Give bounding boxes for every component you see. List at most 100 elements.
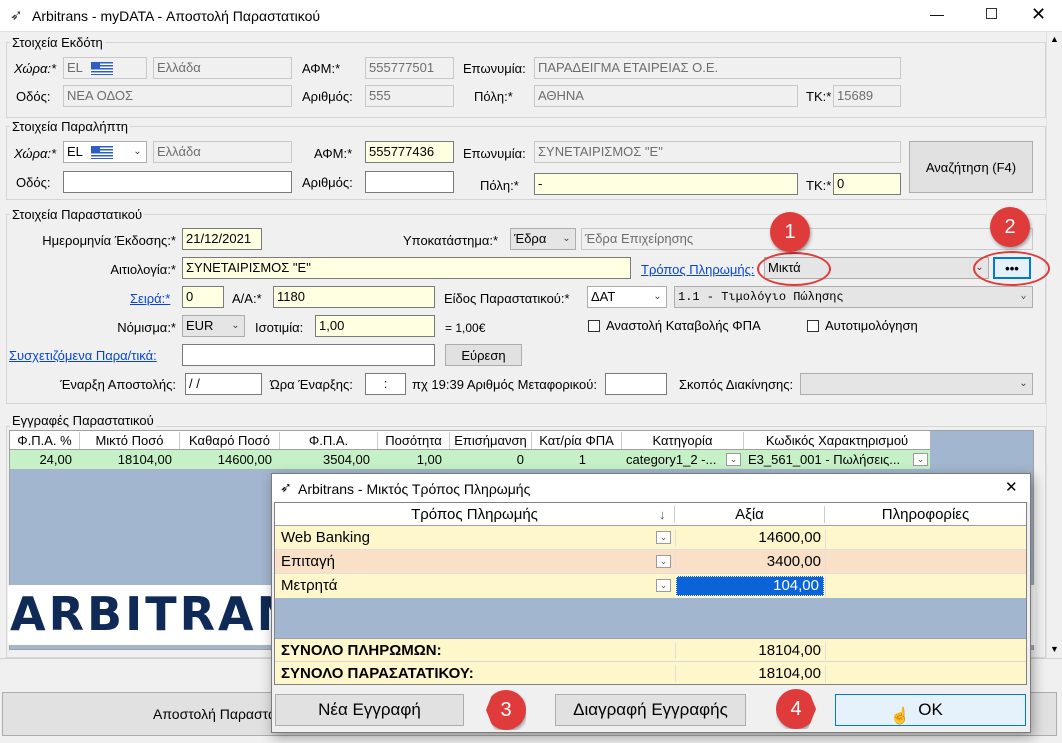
related-docs-field[interactable]	[182, 344, 435, 366]
dispatch-date-field[interactable]: / /	[185, 373, 262, 395]
aa-label: Α/Α:*	[232, 291, 262, 306]
scroll-down-icon[interactable]: ▼	[1050, 644, 1059, 654]
payment-info-cell[interactable]	[825, 529, 1026, 549]
col-net: Καθαρό Ποσό	[180, 432, 280, 449]
recipient-city-label: Πόλη:*	[480, 178, 519, 193]
payment-method-dropdown-icon[interactable]: ⌄	[656, 555, 671, 568]
title-bar: ➶ Arbitrans - myDATA - Αποστολή Παραστατ…	[0, 0, 1062, 32]
col-classification: Κωδικός Χαρακτηρισμού	[765, 433, 909, 448]
recipient-country-select[interactable]: EL ⌄	[63, 141, 147, 163]
reason-field[interactable]: ΣΥΝΕΤΑΙΡΙΣΜΟΣ "Ε"	[182, 257, 631, 279]
parity-label: Ισοτιμία:	[255, 320, 304, 335]
currency-select[interactable]: EUR ⌄	[182, 315, 245, 337]
payment-amount-cell-selected[interactable]: 104,00	[676, 576, 824, 596]
scroll-up-icon[interactable]: ▲	[1050, 34, 1059, 44]
branch-select[interactable]: Έδρα ⌄	[510, 228, 576, 250]
issuer-street-label: Οδός:	[16, 89, 51, 104]
total-document-value: 18104,00	[675, 665, 825, 682]
payments-grid[interactable]: Τρόπος Πληρωμής ↓ Αξία Πληροφορίες Web B…	[274, 502, 1027, 685]
payment-method-dropdown-icon[interactable]: ⌄	[656, 579, 671, 592]
row-category-dropdown-icon[interactable]: ⌄	[726, 453, 741, 466]
chevron-down-icon: ⌄	[1019, 378, 1028, 389]
table-row[interactable]: 24,00 18104,00 14600,00 3504,00 1,00 0 1…	[10, 450, 930, 469]
row-remark: 0	[516, 452, 524, 467]
row-classification-dropdown-icon[interactable]: ⌄	[913, 453, 928, 466]
recipient-street-field[interactable]	[63, 171, 292, 193]
arbitrans-logo: ARBITRANS	[8, 585, 278, 645]
issuer-city-field: ΑΘΗΝΑ	[534, 85, 798, 107]
start-time-field[interactable]: :	[365, 373, 406, 395]
vertical-scrollbar[interactable]: ▲ ▼	[1046, 32, 1062, 658]
payment-amount-cell[interactable]: 3400,00	[675, 553, 825, 570]
doc-type-select[interactable]: ΔΑΤ ⌄	[587, 286, 667, 308]
self-billing-label: Αυτοτιμολόγηση	[825, 318, 918, 333]
recipient-number-field[interactable]	[365, 171, 454, 193]
find-button[interactable]: Εύρεση	[445, 344, 522, 366]
related-docs-link[interactable]: Συσχετιζόμενα Παρα/τικά:	[9, 348, 157, 364]
chevron-down-icon: ⌄	[133, 146, 142, 157]
payment-method-cell[interactable]: Μετρητά	[277, 577, 647, 594]
greek-flag-icon	[90, 146, 113, 160]
parity-field[interactable]: 1,00	[315, 315, 435, 337]
doc-type-label: Είδος Παραστατικού:*	[444, 291, 570, 306]
aa-field[interactable]: 1180	[273, 286, 435, 308]
row-vat: 3504,00	[323, 452, 370, 467]
search-button[interactable]: Αναζήτηση (F4)	[909, 141, 1033, 193]
purpose-label: Σκοπός Διακίνησης:	[679, 377, 794, 392]
doc-type-desc-select[interactable]: 1.1 - Τιμολόγιο Πώλησης ⌄	[674, 286, 1033, 308]
payment-method-dropdown-icon[interactable]: ⌄	[656, 531, 671, 544]
issuer-city-label: Πόλη:*	[474, 89, 513, 104]
row-classification[interactable]: E3_561_001 - Πωλήσεις...	[744, 451, 912, 468]
window-title: Arbitrans - myDATA - Αποστολή Παραστατικ…	[32, 8, 321, 24]
purpose-select[interactable]: ⌄	[800, 373, 1033, 395]
row-category[interactable]: category1_2 -...	[622, 451, 726, 468]
close-icon[interactable]: ✕	[1031, 4, 1046, 25]
recipient-section-title: Στοιχεία Παραλήπτη	[10, 119, 130, 134]
payment-info-cell[interactable]	[825, 577, 1026, 597]
entries-header: Φ.Π.Α. % Μικτό Ποσό Καθαρό Ποσό Φ.Π.Α. Π…	[10, 431, 930, 450]
col-amount: Αξία	[675, 506, 825, 523]
start-time-label: Ώρα Έναρξης:	[270, 377, 353, 392]
series-link[interactable]: Σειρά:*	[130, 291, 170, 307]
maximize-icon[interactable]	[986, 8, 997, 19]
payment-amount-cell[interactable]: 14600,00	[675, 529, 825, 546]
col-vat-percent: Φ.Π.Α. %	[10, 432, 80, 449]
delete-entry-button[interactable]: Διαγραφή Εγγραφής	[555, 694, 746, 726]
table-row[interactable]: Web Banking ⌄ 14600,00	[275, 526, 1026, 550]
payment-method-cell[interactable]: Επιταγή	[277, 553, 647, 570]
table-row[interactable]: Επιταγή ⌄ 3400,00	[275, 550, 1026, 574]
recipient-city-field[interactable]: -	[534, 173, 798, 195]
more-button-highlight	[973, 251, 1050, 286]
row-quantity: 1,00	[416, 452, 442, 467]
self-billing-checkbox[interactable]	[807, 320, 819, 332]
issuer-street-field: ΝΕΑ ΟΔΟΣ	[63, 85, 292, 107]
dialog-close-icon[interactable]: ✕	[1005, 478, 1018, 496]
vehicle-field[interactable]	[605, 373, 667, 395]
issue-date-field[interactable]: 21/12/2021	[182, 228, 262, 250]
payment-dialog: ➶ Arbitrans - Μικτός Τρόπος Πληρωμής ✕ Τ…	[271, 473, 1031, 733]
table-row[interactable]: Μετρητά ⌄ 104,00	[275, 574, 1026, 598]
total-payments-label: ΣΥΝΟΛΟ ΠΛΗΡΩΜΩΝ:	[281, 642, 442, 659]
col-quantity: Ποσότητα	[378, 432, 450, 449]
series-field[interactable]: 0	[182, 286, 224, 308]
dispatch-start-label: Έναρξη Αποστολής:	[60, 377, 176, 392]
total-payments-info	[825, 642, 1026, 660]
greek-flag-icon	[90, 62, 113, 76]
ok-button[interactable]: OK	[835, 694, 1026, 726]
minimize-icon[interactable]: —	[930, 6, 944, 22]
footer-divider	[275, 661, 1026, 662]
col-category: Κατηγορία	[622, 432, 744, 449]
entries-section-title: Εγγραφές Παραστατικού	[10, 413, 156, 428]
payment-method-link[interactable]: Τρόπος Πληρωμής:	[641, 262, 755, 278]
currency-label: Νόμισμα:*	[117, 320, 176, 335]
recipient-afm-field[interactable]: 555777436	[365, 141, 454, 163]
vat-suspend-checkbox[interactable]	[588, 320, 600, 332]
payment-info-cell[interactable]	[825, 553, 1026, 573]
recipient-number-label: Αριθμός:	[302, 175, 353, 190]
payment-method-cell[interactable]: Web Banking	[277, 529, 647, 546]
new-entry-button[interactable]: Νέα Εγγραφή	[275, 694, 464, 726]
issuer-name-field: ΠΑΡΑΔΕΙΓΜΑ ΕΤΑΙΡΕΙΑΣ Ο.Ε.	[534, 57, 901, 79]
recipient-zip-field[interactable]: 0	[833, 173, 901, 195]
app-logo-icon: ➶	[280, 479, 292, 495]
chevron-down-icon: ⌄	[231, 320, 240, 331]
